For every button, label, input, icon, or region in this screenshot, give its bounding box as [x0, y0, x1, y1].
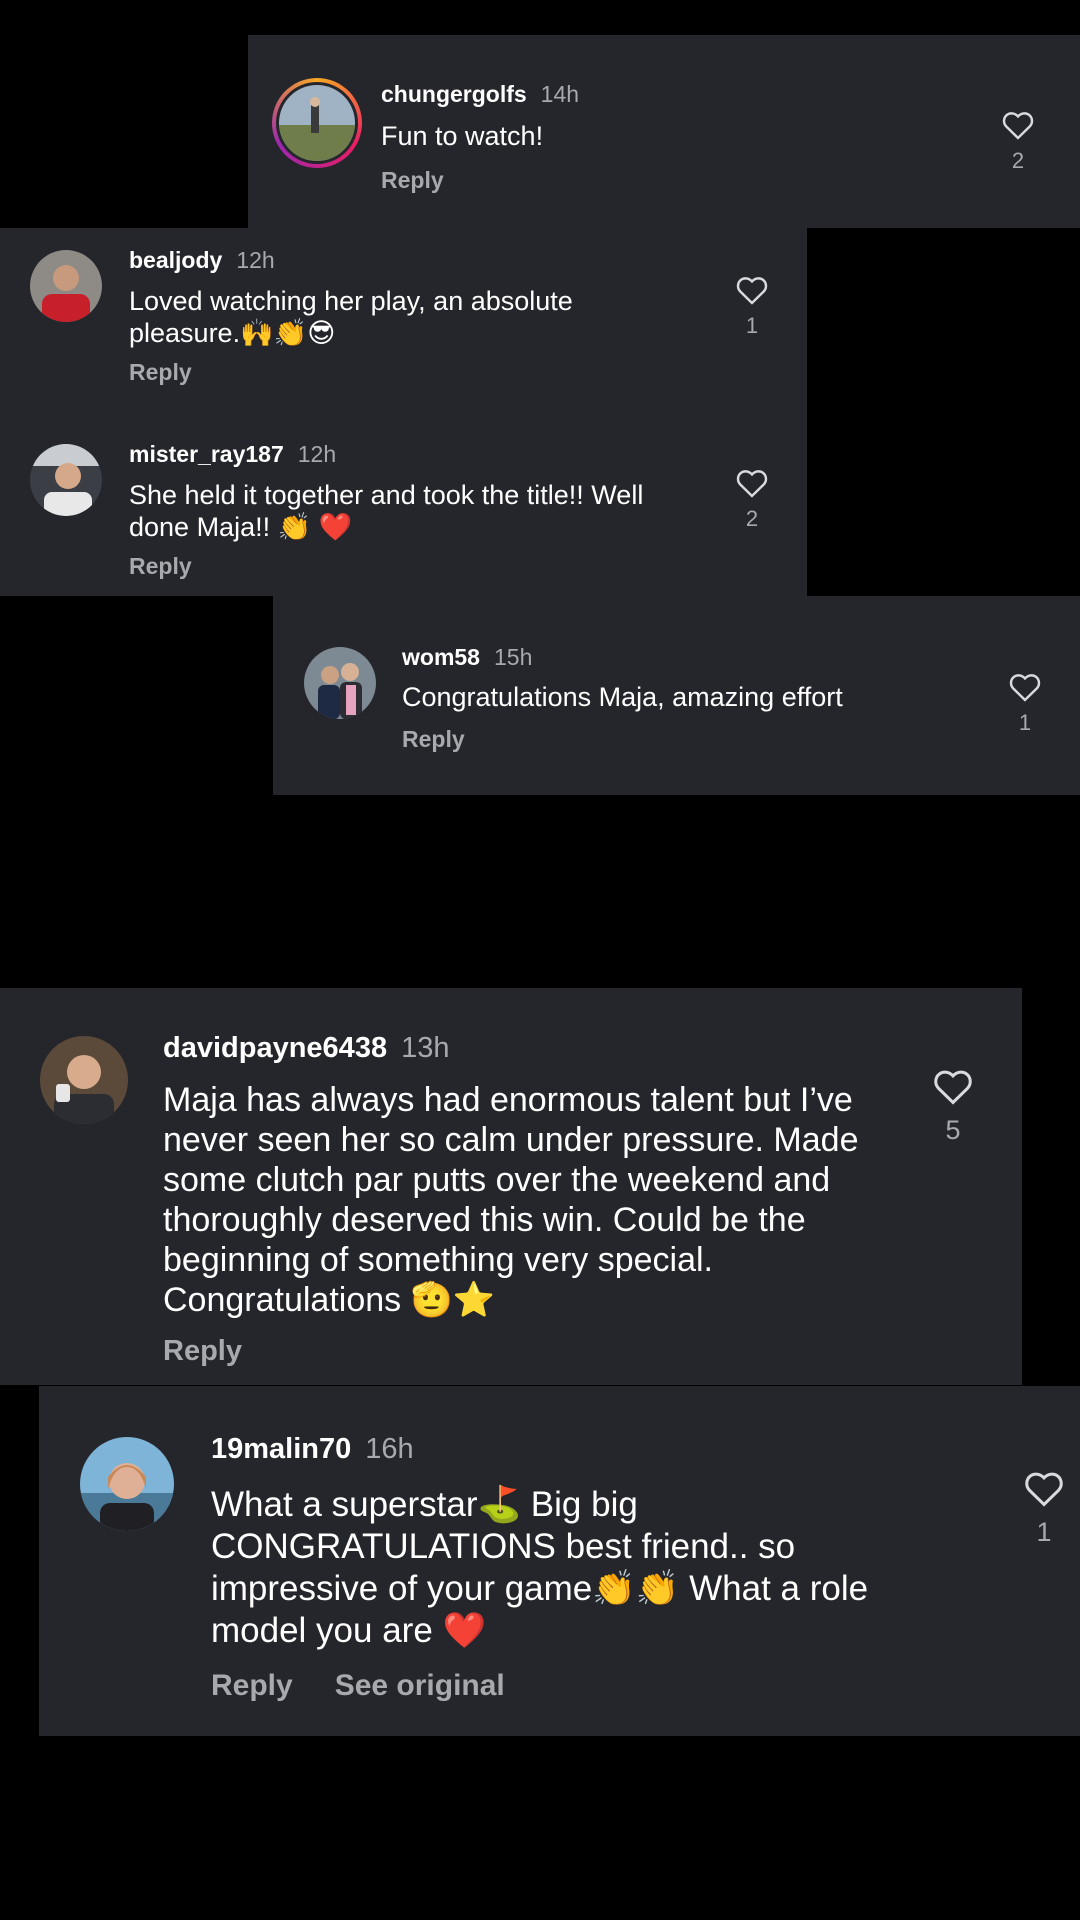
timestamp: 14h [540, 81, 580, 107]
comment-card: 19malin70 16h What a superstar⛳ Big big C… [39, 1386, 1080, 1736]
see-original-button[interactable]: See original [335, 1669, 505, 1702]
like-button[interactable]: 1 [1017, 1470, 1071, 1548]
avatar[interactable] [304, 647, 376, 719]
timestamp: 13h [401, 1032, 450, 1064]
comment-card: davidpayne6438 13h Maja has always had en… [0, 988, 1022, 1385]
comment-card: chungergolfs 14h Fun to watch! Reply 2 [248, 35, 1080, 228]
like-count: 5 [945, 1115, 961, 1145]
reply-button[interactable]: Reply [129, 553, 192, 579]
like-count: 1 [1018, 710, 1032, 735]
like-count: 2 [1011, 148, 1025, 173]
username[interactable]: davidpayne6438 [163, 1032, 387, 1064]
username[interactable]: wom58 [402, 644, 480, 670]
like-button[interactable]: 2 [727, 468, 777, 532]
like-button[interactable]: 1 [727, 275, 777, 339]
heart-outline-icon[interactable] [735, 468, 769, 498]
avatar[interactable] [30, 444, 102, 516]
reply-button[interactable]: Reply [381, 167, 444, 193]
comment-text: Loved watching her play, an absolute ple… [129, 286, 573, 348]
heart-outline-icon[interactable] [1008, 672, 1042, 702]
username[interactable]: chungergolfs [381, 81, 527, 107]
username[interactable]: mister_ray187 [129, 441, 284, 467]
avatar[interactable] [279, 85, 355, 161]
heart-outline-icon[interactable] [1023, 1470, 1065, 1507]
comment-text: What a superstar⛳ Big big CONGRATULATION… [211, 1485, 869, 1650]
comment-card: mister_ray187 12h She held it together an… [0, 422, 807, 596]
comment-text: Congratulations Maja, amazing effort [402, 682, 843, 712]
comment-text: She held it together and took the title!… [129, 480, 644, 542]
like-button[interactable]: 2 [993, 110, 1043, 174]
reply-button[interactable]: Reply [402, 726, 465, 752]
heart-outline-icon[interactable] [1001, 110, 1035, 140]
timestamp: 12h [297, 441, 337, 467]
like-count: 1 [1036, 1517, 1052, 1547]
avatar[interactable] [80, 1437, 174, 1531]
heart-outline-icon[interactable] [932, 1068, 974, 1105]
reply-button[interactable]: Reply [163, 1335, 242, 1367]
like-count: 1 [745, 313, 759, 338]
heart-outline-icon[interactable] [735, 275, 769, 305]
username[interactable]: 19malin70 [211, 1433, 351, 1465]
reply-button[interactable]: Reply [129, 359, 192, 385]
comment-text: Fun to watch! [381, 121, 544, 151]
like-count: 2 [745, 506, 759, 531]
comment-card: wom58 15h Congratulations Maja, amazing e… [273, 596, 1080, 795]
timestamp: 12h [236, 247, 275, 273]
avatar[interactable] [30, 250, 102, 322]
like-button[interactable]: 1 [1000, 672, 1050, 736]
username[interactable]: bealjody [129, 247, 222, 273]
reply-button[interactable]: Reply [211, 1669, 293, 1702]
comment-text: Maja has always had enormous talent but … [163, 1081, 859, 1319]
like-button[interactable]: 5 [926, 1068, 980, 1146]
avatar[interactable] [40, 1036, 128, 1124]
timestamp: 15h [493, 644, 533, 670]
timestamp: 16h [365, 1433, 414, 1465]
comment-card: bealjody 12h Loved watching her play, an … [0, 228, 807, 422]
